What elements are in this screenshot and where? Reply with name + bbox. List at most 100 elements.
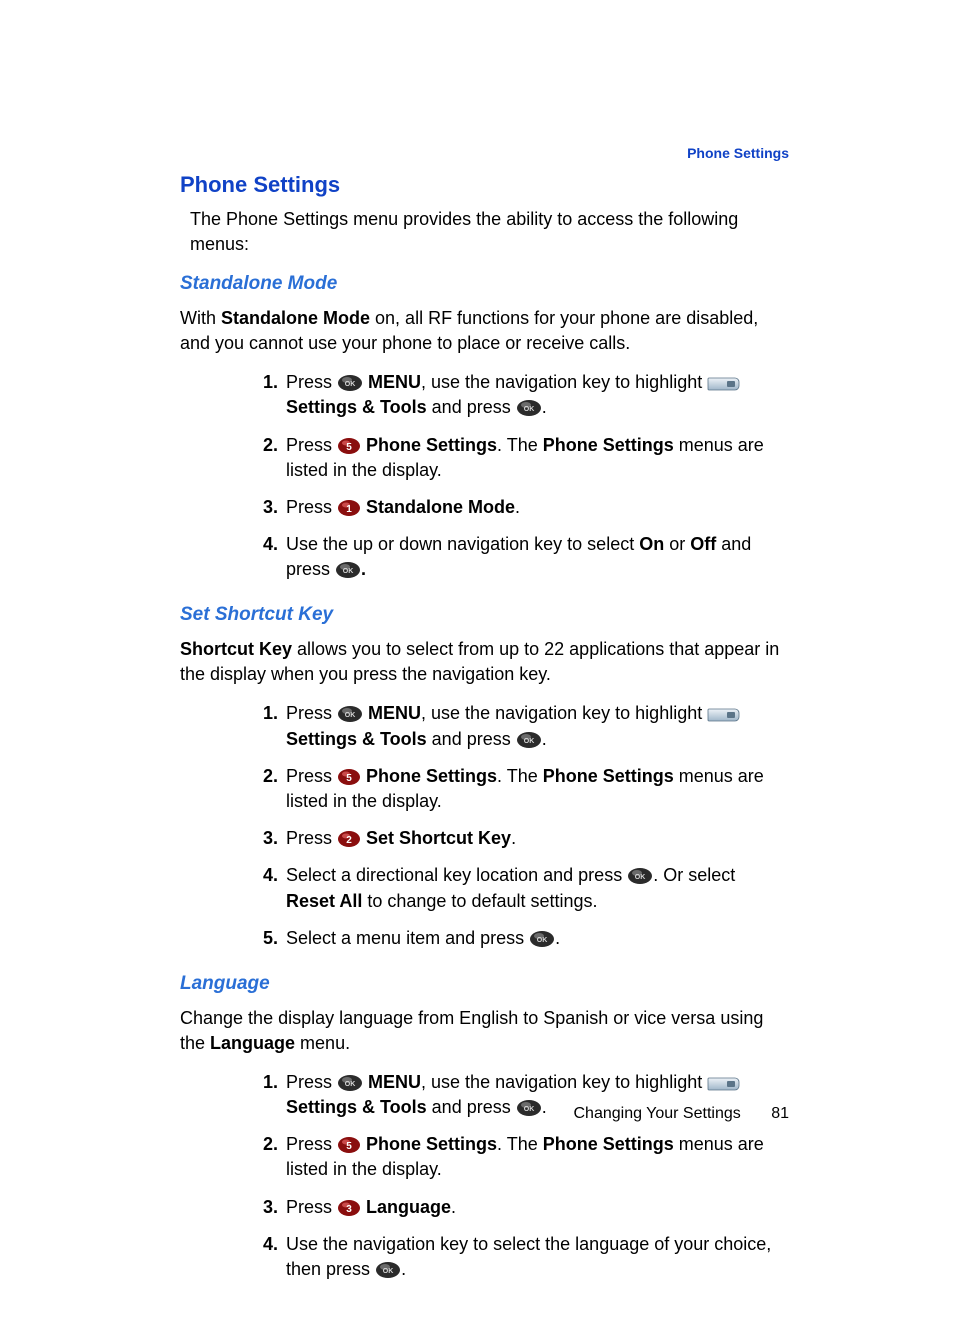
text: and press [427, 397, 516, 417]
text: Press [286, 828, 337, 848]
svg-text:5: 5 [346, 1141, 352, 1152]
step-number: 1. [250, 1070, 278, 1095]
svg-text:OK: OK [345, 381, 356, 388]
step-number: 4. [250, 1232, 278, 1257]
step-number: 1. [250, 370, 278, 395]
text: Press [286, 1134, 337, 1154]
svg-text:OK: OK [635, 874, 646, 881]
standalone-paragraph: With Standalone Mode on, all RF function… [180, 306, 789, 356]
svg-text:OK: OK [343, 568, 354, 575]
text-bold: Phone Settings [366, 766, 497, 786]
step-item: 1. Press OK MENU, use the navigation key… [250, 364, 789, 426]
step-item: 1. Press OK MENU, use the navigation key… [250, 695, 789, 757]
text: Use the up or down navigation key to sel… [286, 534, 639, 554]
key-3-icon: 3 [337, 1199, 361, 1217]
text-bold: MENU [368, 372, 421, 392]
text: to change to default settings. [362, 891, 597, 911]
text: . [542, 729, 547, 749]
text: . [511, 828, 516, 848]
svg-text:OK: OK [383, 1268, 394, 1275]
text: . The [497, 766, 543, 786]
ok-key-icon: OK [337, 705, 363, 723]
text-bold: Settings & Tools [286, 729, 427, 749]
ok-key-icon: OK [516, 399, 542, 417]
step-item: 4. Use the up or down navigation key to … [250, 526, 789, 588]
step-number: 4. [250, 863, 278, 888]
text-bold: Settings & Tools [286, 397, 427, 417]
text: With [180, 308, 221, 328]
text: . The [497, 435, 543, 455]
ok-key-icon: OK [337, 374, 363, 392]
key-5-icon: 5 [337, 437, 361, 455]
text-bold: Phone Settings [543, 1134, 674, 1154]
text: or [664, 534, 690, 554]
text-bold: Language [210, 1033, 295, 1053]
text-bold: . [361, 559, 366, 579]
text-bold: Set Shortcut Key [366, 828, 511, 848]
ok-key-icon: OK [529, 930, 555, 948]
text: Select a directional key location and pr… [286, 865, 627, 885]
step-number: 3. [250, 1195, 278, 1220]
ok-key-icon: OK [516, 731, 542, 749]
text: and press [427, 729, 516, 749]
step-item: 4. Select a directional key location and… [250, 857, 789, 919]
ok-key-icon: OK [375, 1261, 401, 1279]
step-number: 2. [250, 764, 278, 789]
text: . [515, 497, 520, 517]
svg-text:2: 2 [346, 835, 352, 846]
step-item: 2. Press 5 Phone Settings. The Phone Set… [250, 427, 789, 489]
key-5-icon: 5 [337, 1136, 361, 1154]
svg-text:OK: OK [523, 738, 534, 745]
text: , use the navigation key to highlight [421, 372, 707, 392]
ok-key-icon: OK [627, 867, 653, 885]
step-number: 5. [250, 926, 278, 951]
text-bold: Reset All [286, 891, 362, 911]
soft-key-icon [707, 375, 741, 393]
text: . [542, 1097, 547, 1117]
text: menu. [295, 1033, 350, 1053]
soft-key-icon [707, 1075, 741, 1093]
key-5-icon: 5 [337, 768, 361, 786]
text: . Or select [653, 865, 735, 885]
footer-page-number: 81 [771, 1103, 789, 1125]
step-number: 2. [250, 433, 278, 458]
step-item: 3. Press 1 Standalone Mode. [250, 489, 789, 526]
text: Press [286, 497, 337, 517]
svg-text:5: 5 [346, 773, 352, 784]
step-number: 2. [250, 1132, 278, 1157]
svg-text:OK: OK [345, 712, 356, 719]
svg-text:5: 5 [346, 442, 352, 453]
svg-text:OK: OK [537, 937, 548, 944]
text: , use the navigation key to highlight [421, 1072, 707, 1092]
language-steps: 1. Press OK MENU, use the navigation key… [250, 1064, 789, 1288]
step-item: 2. Press 5 Phone Settings. The Phone Set… [250, 758, 789, 820]
text: Press [286, 766, 337, 786]
step-number: 4. [250, 532, 278, 557]
shortcut-title: Set Shortcut Key [180, 602, 789, 629]
text-bold: Phone Settings [366, 435, 497, 455]
text: Press [286, 703, 337, 723]
text: Select a menu item and press [286, 928, 529, 948]
standalone-steps: 1. Press OK MENU, use the navigation key… [250, 364, 789, 588]
text: Press [286, 435, 337, 455]
svg-text:OK: OK [523, 1106, 534, 1113]
step-item: 2. Press 5 Phone Settings. The Phone Set… [250, 1126, 789, 1188]
step-item: 3. Press 3 Language. [250, 1189, 789, 1226]
text-bold: Phone Settings [366, 1134, 497, 1154]
step-item: 5. Select a menu item and press OK. [250, 920, 789, 957]
soft-key-icon [707, 706, 741, 724]
step-item: 4. Use the navigation key to select the … [250, 1226, 789, 1288]
text: . [451, 1197, 456, 1217]
text: . [401, 1259, 406, 1279]
ok-key-icon: OK [335, 561, 361, 579]
step-item: 3. Press 2 Set Shortcut Key. [250, 820, 789, 857]
svg-text:1: 1 [346, 504, 352, 515]
section-intro: The Phone Settings menu provides the abi… [190, 207, 789, 257]
svg-text:OK: OK [345, 1081, 356, 1088]
ok-key-icon: OK [337, 1074, 363, 1092]
text: . The [497, 1134, 543, 1154]
step-number: 1. [250, 701, 278, 726]
shortcut-paragraph: Shortcut Key allows you to select from u… [180, 637, 789, 687]
text-bold: Phone Settings [543, 766, 674, 786]
step-number: 3. [250, 826, 278, 851]
